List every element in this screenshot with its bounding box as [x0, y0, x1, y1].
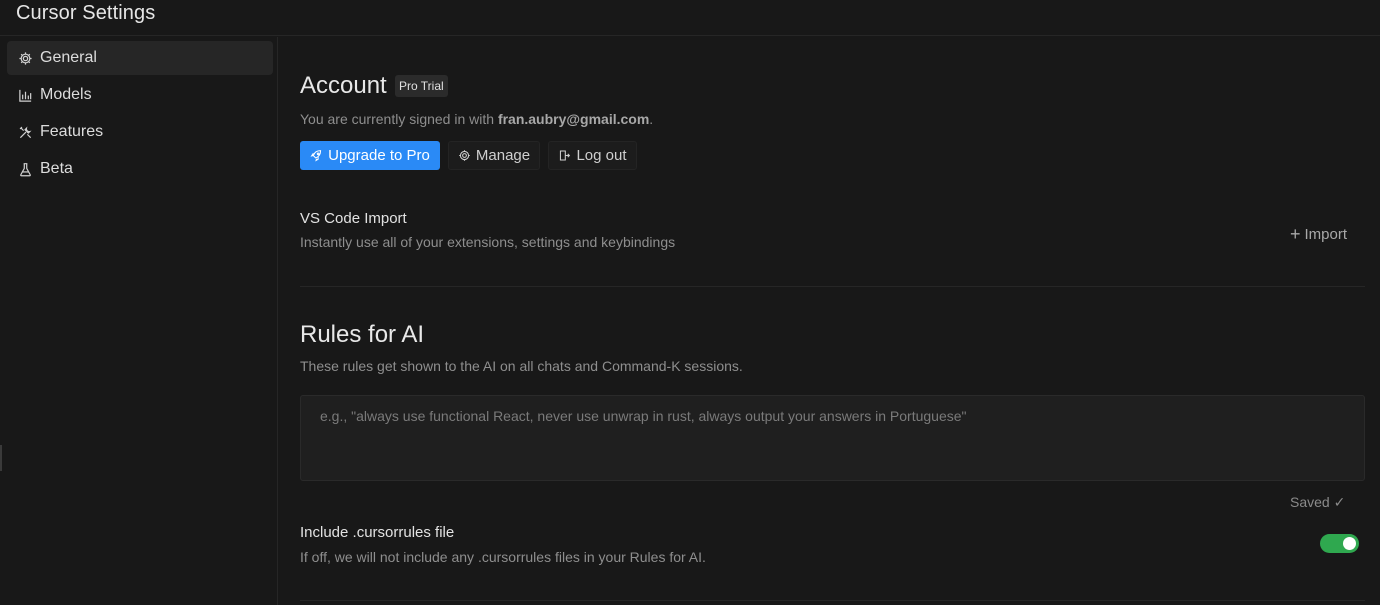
- gear-icon: [458, 149, 472, 163]
- sidebar-item-label: Models: [40, 86, 92, 103]
- plus-icon: +: [1290, 224, 1301, 244]
- logout-label: Log out: [576, 147, 627, 164]
- section-divider: [300, 600, 1365, 601]
- manage-button[interactable]: Manage: [448, 141, 540, 170]
- toggle-knob: [1343, 537, 1356, 550]
- cursorrules-toggle[interactable]: [1320, 534, 1359, 553]
- sidebar-item-general[interactable]: General: [7, 41, 273, 75]
- title-bar: Cursor Settings: [0, 0, 1380, 36]
- gear-icon: [17, 50, 33, 66]
- sidebar-item-models[interactable]: Models: [7, 78, 273, 112]
- import-label: Import: [1304, 225, 1348, 243]
- rules-heading: Rules for AI: [300, 321, 425, 348]
- vscode-import-title: VS Code Import: [300, 210, 407, 227]
- sidebar-item-features[interactable]: Features: [7, 115, 273, 149]
- sidebar-item-label: Beta: [40, 160, 73, 177]
- signed-in-suffix: .: [649, 111, 654, 127]
- saved-status: Saved ✓: [1290, 494, 1346, 510]
- cursorrules-description: If off, we will not include any .cursorr…: [300, 549, 706, 565]
- logout-icon: [558, 149, 572, 163]
- signed-in-prefix: You are currently signed in with: [300, 111, 498, 127]
- cursorrules-title: Include .cursorrules file: [300, 524, 455, 541]
- sidebar-item-beta[interactable]: Beta: [7, 152, 273, 186]
- sidebar-item-label: General: [40, 49, 97, 66]
- import-button[interactable]: + Import: [1290, 225, 1347, 243]
- account-heading: Account: [300, 72, 387, 99]
- tools-icon: [17, 124, 33, 140]
- rocket-icon: [310, 149, 324, 163]
- signed-in-text: You are currently signed in with fran.au…: [300, 111, 653, 127]
- sidebar-item-label: Features: [40, 123, 104, 140]
- flask-icon: [17, 161, 33, 177]
- vscode-import-description: Instantly use all of your extensions, se…: [300, 234, 676, 250]
- rules-input[interactable]: [300, 395, 1365, 481]
- section-divider: [300, 286, 1365, 287]
- rules-description: These rules get shown to the AI on all c…: [300, 358, 743, 374]
- upgrade-label: Upgrade to Pro: [328, 147, 430, 164]
- log-out-button[interactable]: Log out: [548, 141, 637, 170]
- window-edge-handle: [0, 445, 2, 471]
- plan-badge: Pro Trial: [395, 75, 448, 97]
- upgrade-to-pro-button[interactable]: Upgrade to Pro: [300, 141, 440, 170]
- bar-chart-icon: [17, 87, 33, 103]
- manage-label: Manage: [475, 147, 531, 164]
- sidebar: General Models Features Beta: [0, 37, 278, 605]
- window-title: Cursor Settings: [16, 2, 156, 24]
- account-email: fran.aubry@gmail.com: [497, 111, 650, 127]
